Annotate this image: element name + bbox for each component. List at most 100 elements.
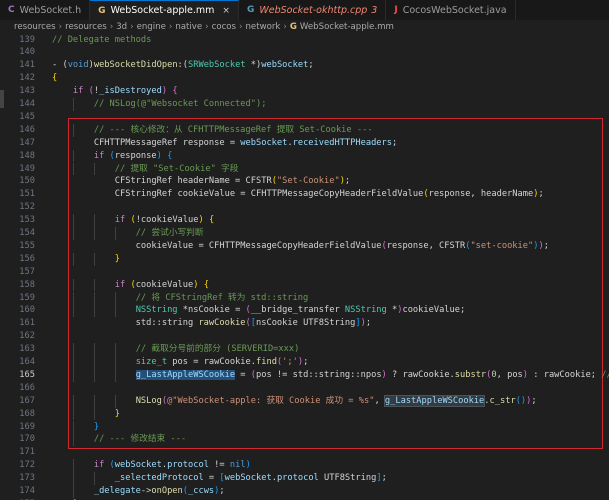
indent-guide <box>72 98 74 111</box>
code-token: size_t <box>135 357 168 367</box>
code-token: * <box>386 305 398 316</box>
code-token: // --- 修改结束 --- <box>93 434 187 445</box>
code-token: response, headerName <box>428 189 534 200</box>
code-line: 147 CFHTTPMessageRef response = webSocke… <box>0 137 609 150</box>
code-token: NSLog <box>135 395 162 406</box>
code-text: // --- 核心修改：从 CFHTTPMessageRef 提取 Set-Co… <box>52 124 373 137</box>
code-token: // NSLog(@"Websocket Connected"); <box>93 99 267 109</box>
tab-websocket-h[interactable]: C WebSocket.h <box>0 0 91 20</box>
code-text: if (response) { <box>52 150 172 163</box>
breadcrumb-item[interactable]: network <box>245 22 280 32</box>
code-token: // Delegate methods <box>52 34 152 45</box>
tab-websocket-apple-mm[interactable]: G WebSocket-apple.mm × <box>90 0 239 20</box>
line-number: 165 <box>19 369 35 380</box>
line-number: 168 <box>19 408 35 419</box>
line-number: 167 <box>19 395 35 406</box>
indent-guide <box>93 227 95 240</box>
code-line: 168 } <box>0 408 609 421</box>
line-number: 164 <box>19 357 35 367</box>
indent-guide <box>93 162 95 176</box>
breadcrumb-item[interactable]: native <box>175 22 202 32</box>
indent-guide <box>72 214 74 227</box>
line-number: 173 <box>19 473 35 484</box>
code-line: 170 // --- 修改结束 --- <box>0 433 609 446</box>
chevron-right-icon: › <box>58 22 63 32</box>
close-icon[interactable]: × <box>222 6 230 16</box>
line-number: 161 <box>19 318 35 329</box>
code-token: "set-cookie" <box>470 240 534 251</box>
code-text: // 截取分号前的部分 (SERVERID=xxx) <box>52 343 300 356</box>
code-token: UTF8String <box>318 473 377 484</box>
tab-cocoswebsocket-java[interactable]: J CocosWebSocket.java <box>386 0 516 20</box>
code-token: ; <box>308 60 314 71</box>
line-number: 142 <box>19 73 35 84</box>
code-token: = <box>235 369 251 380</box>
code-editor[interactable]: 139// Delegate methods 140 141- (void)webS… <box>0 34 609 500</box>
code-token: find <box>256 357 277 367</box>
editor-tab-bar: C WebSocket.h G WebSocket-apple.mm × G WebSock… <box>0 0 609 21</box>
code-token: NSString <box>135 305 178 316</box>
code-text: CFStringRef headerName = CFSTR("Set-Cook… <box>52 175 350 188</box>
tab-label: WebSocket-apple.mm <box>110 5 215 16</box>
code-token: std::string <box>52 318 199 329</box>
indent-guide <box>72 356 74 369</box>
breadcrumb-item[interactable]: engine <box>137 22 166 32</box>
breadcrumb-item[interactable]: cocos <box>212 22 236 32</box>
code-token: CFStringRef cookieValue = CFHTTPMessageC… <box>52 189 424 200</box>
line-number: 155 <box>19 240 35 251</box>
indent-guide <box>93 252 95 266</box>
line-number: 156 <box>19 253 35 264</box>
breadcrumb-item[interactable]: WebSocket-apple.mm <box>300 22 394 32</box>
code-token: CFStringRef headerName = CFSTR <box>52 176 272 187</box>
code-text: if (webSocket.protocol != nil) <box>52 459 251 472</box>
indent-guide <box>72 485 74 498</box>
code-token: , pos <box>496 369 523 380</box>
code-line: 156 } <box>0 253 609 266</box>
code-text: if (cookieValue) { <box>52 279 209 292</box>
code-line: 153 if (!cookieValue) { <box>0 214 609 227</box>
line-number: 172 <box>19 460 35 471</box>
code-line: 140 <box>0 46 609 59</box>
code-token: webSocket <box>240 137 288 148</box>
code-token: // --- 核心修改：从 CFHTTPMessageRef 提取 Set-Co… <box>93 124 373 135</box>
code-text: - (void)webSocketDidOpen:(SRWebSocket *)… <box>52 59 314 72</box>
indent-guide <box>114 304 116 318</box>
indent-guide <box>72 149 74 163</box>
breadcrumb-item[interactable]: resources <box>65 22 107 32</box>
code-token: SRWebSocket <box>188 60 246 71</box>
chevron-right-icon: › <box>130 22 134 32</box>
code-text: // 尝试小写判断 <box>52 227 204 240</box>
code-token: "Set-Cookie" <box>276 176 340 187</box>
code-line: 158 if (cookieValue) { <box>0 279 609 292</box>
line-number: 170 <box>19 434 35 445</box>
code-token: // 将 CFStringRef 转为 std::string <box>135 292 309 303</box>
code-token: ) <box>245 460 251 471</box>
code-text: size_t pos = rawCookie.find(';'); <box>52 356 309 369</box>
indent-guide <box>93 343 95 356</box>
line-number: 171 <box>19 447 35 458</box>
breadcrumb-item[interactable]: resources <box>14 22 56 32</box>
code-token: ; <box>543 240 549 251</box>
indent-guide <box>93 291 95 305</box>
code-token: } <box>114 408 120 419</box>
tab-websocket-okhttp-cpp[interactable]: G WebSocket-okhttp.cpp 3 <box>239 0 387 20</box>
indent-guide <box>93 278 95 292</box>
line-number: 150 <box>19 176 35 187</box>
code-token: *) <box>245 60 262 71</box>
code-token: __bridge_transfer <box>250 305 345 316</box>
line-number: 143 <box>19 86 35 97</box>
code-token: *nsCookie = <box>177 305 246 316</box>
line-number: 160 <box>19 305 35 316</box>
indent-guide <box>93 214 95 227</box>
line-number: 141 <box>19 60 35 71</box>
code-token: // 提取 "Set-Cookie" 字段 <box>114 163 239 174</box>
code-text: // 将 CFStringRef 转为 std::string <box>52 292 309 305</box>
code-token: response, CFSTR <box>386 240 466 251</box>
code-line: 159 // 将 CFStringRef 转为 std::string <box>0 292 609 305</box>
line-number: 148 <box>19 150 35 161</box>
breadcrumb-item[interactable]: 3d <box>116 22 127 32</box>
code-token: if <box>114 279 126 290</box>
indent-guide <box>93 368 95 382</box>
code-token: // <box>601 369 609 380</box>
